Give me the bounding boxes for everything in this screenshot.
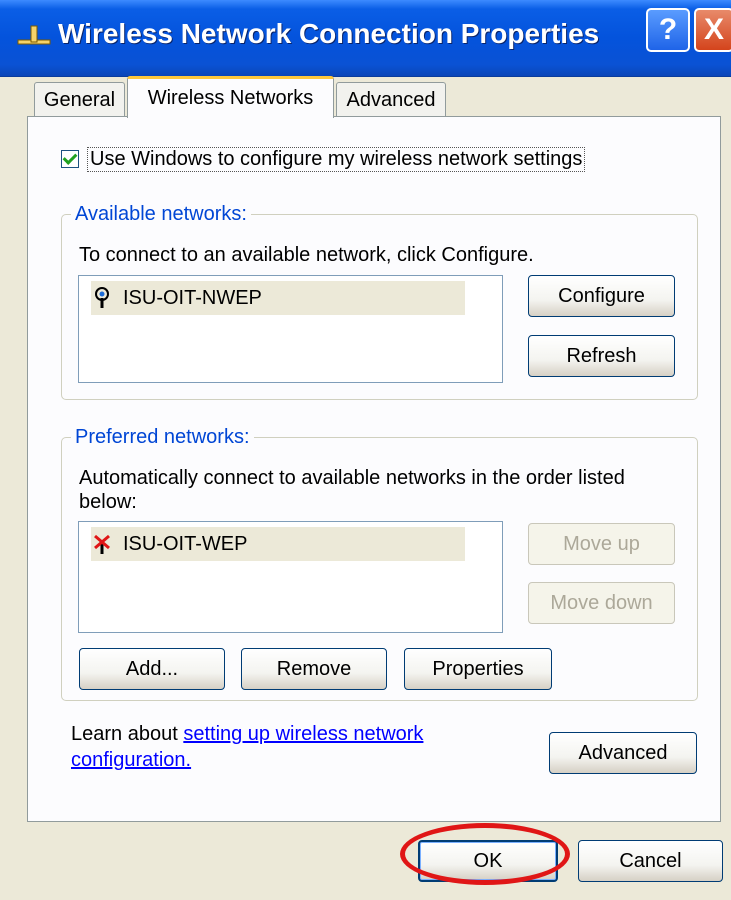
tab-panel: Use Windows to configure my wireless net… [27, 116, 721, 822]
learn-about-link[interactable]: setting up wireless network [183, 723, 423, 745]
use-windows-checkbox-label[interactable]: Use Windows to configure my wireless net… [87, 147, 586, 172]
move-up-button[interactable]: Move up [528, 523, 675, 565]
available-network-name: ISU-OIT-NWEP [123, 286, 262, 309]
list-item[interactable]: ISU-OIT-WEP [91, 527, 465, 561]
available-networks-list[interactable]: ISU-OIT-NWEP [78, 275, 503, 383]
cancel-button[interactable]: Cancel [578, 840, 723, 882]
network-connection-icon [17, 25, 51, 45]
network-disconnected-icon [94, 534, 110, 554]
available-networks-legend: Available networks: [71, 203, 251, 226]
learn-about-prefix: Learn about [71, 723, 184, 745]
properties-button[interactable]: Properties [404, 648, 552, 690]
tab-wireless-networks-label: Wireless Networks [147, 87, 314, 109]
learn-about-link-line2[interactable]: configuration. [71, 749, 191, 771]
highlight-circle [400, 823, 570, 885]
preferred-network-name: ISU-OIT-WEP [123, 532, 248, 555]
configure-button[interactable]: Configure [528, 275, 675, 317]
properties-button-label: Properties [432, 657, 524, 680]
tab-advanced-label: Advanced [346, 88, 436, 111]
close-icon: X [703, 13, 724, 46]
use-windows-checkbox[interactable] [61, 150, 79, 168]
window-title: Wireless Network Connection Properties [58, 18, 600, 49]
add-button[interactable]: Add... [79, 648, 225, 690]
close-button[interactable]: X [694, 8, 731, 52]
learn-about-text: Learn about setting up wireless network … [71, 721, 423, 773]
move-down-button-label: Move down [550, 591, 653, 614]
preferred-networks-instruction: Automatically connect to available netwo… [79, 467, 625, 489]
preferred-networks-instruction-line2: below: [79, 491, 137, 513]
remove-button-label: Remove [276, 657, 352, 680]
advanced-button-label: Advanced [578, 741, 668, 764]
refresh-button-label: Refresh [566, 344, 637, 367]
preferred-networks-legend: Preferred networks: [71, 426, 254, 449]
wireless-network-icon [95, 287, 109, 308]
configure-button-label: Configure [558, 284, 645, 307]
move-up-button-label: Move up [563, 532, 640, 555]
available-networks-instruction: To connect to an available network, clic… [79, 244, 534, 266]
remove-button[interactable]: Remove [241, 648, 387, 690]
move-down-button[interactable]: Move down [528, 582, 675, 624]
refresh-button[interactable]: Refresh [528, 335, 675, 377]
preferred-networks-list[interactable]: ISU-OIT-WEP [78, 521, 503, 633]
advanced-button[interactable]: Advanced [549, 732, 697, 774]
add-button-label: Add... [125, 657, 179, 680]
tab-advanced[interactable]: Advanced [336, 82, 446, 117]
cancel-button-label: Cancel [619, 849, 682, 872]
tab-general-label: General [43, 88, 116, 111]
title-bar: Wireless Network Connection Properties ?… [0, 0, 731, 77]
help-button[interactable]: ? [646, 8, 690, 52]
list-item[interactable]: ISU-OIT-NWEP [91, 281, 465, 315]
tab-general[interactable]: General [34, 82, 125, 117]
help-icon: ? [658, 13, 678, 46]
tab-wireless-networks[interactable]: Wireless Networks [127, 76, 334, 118]
